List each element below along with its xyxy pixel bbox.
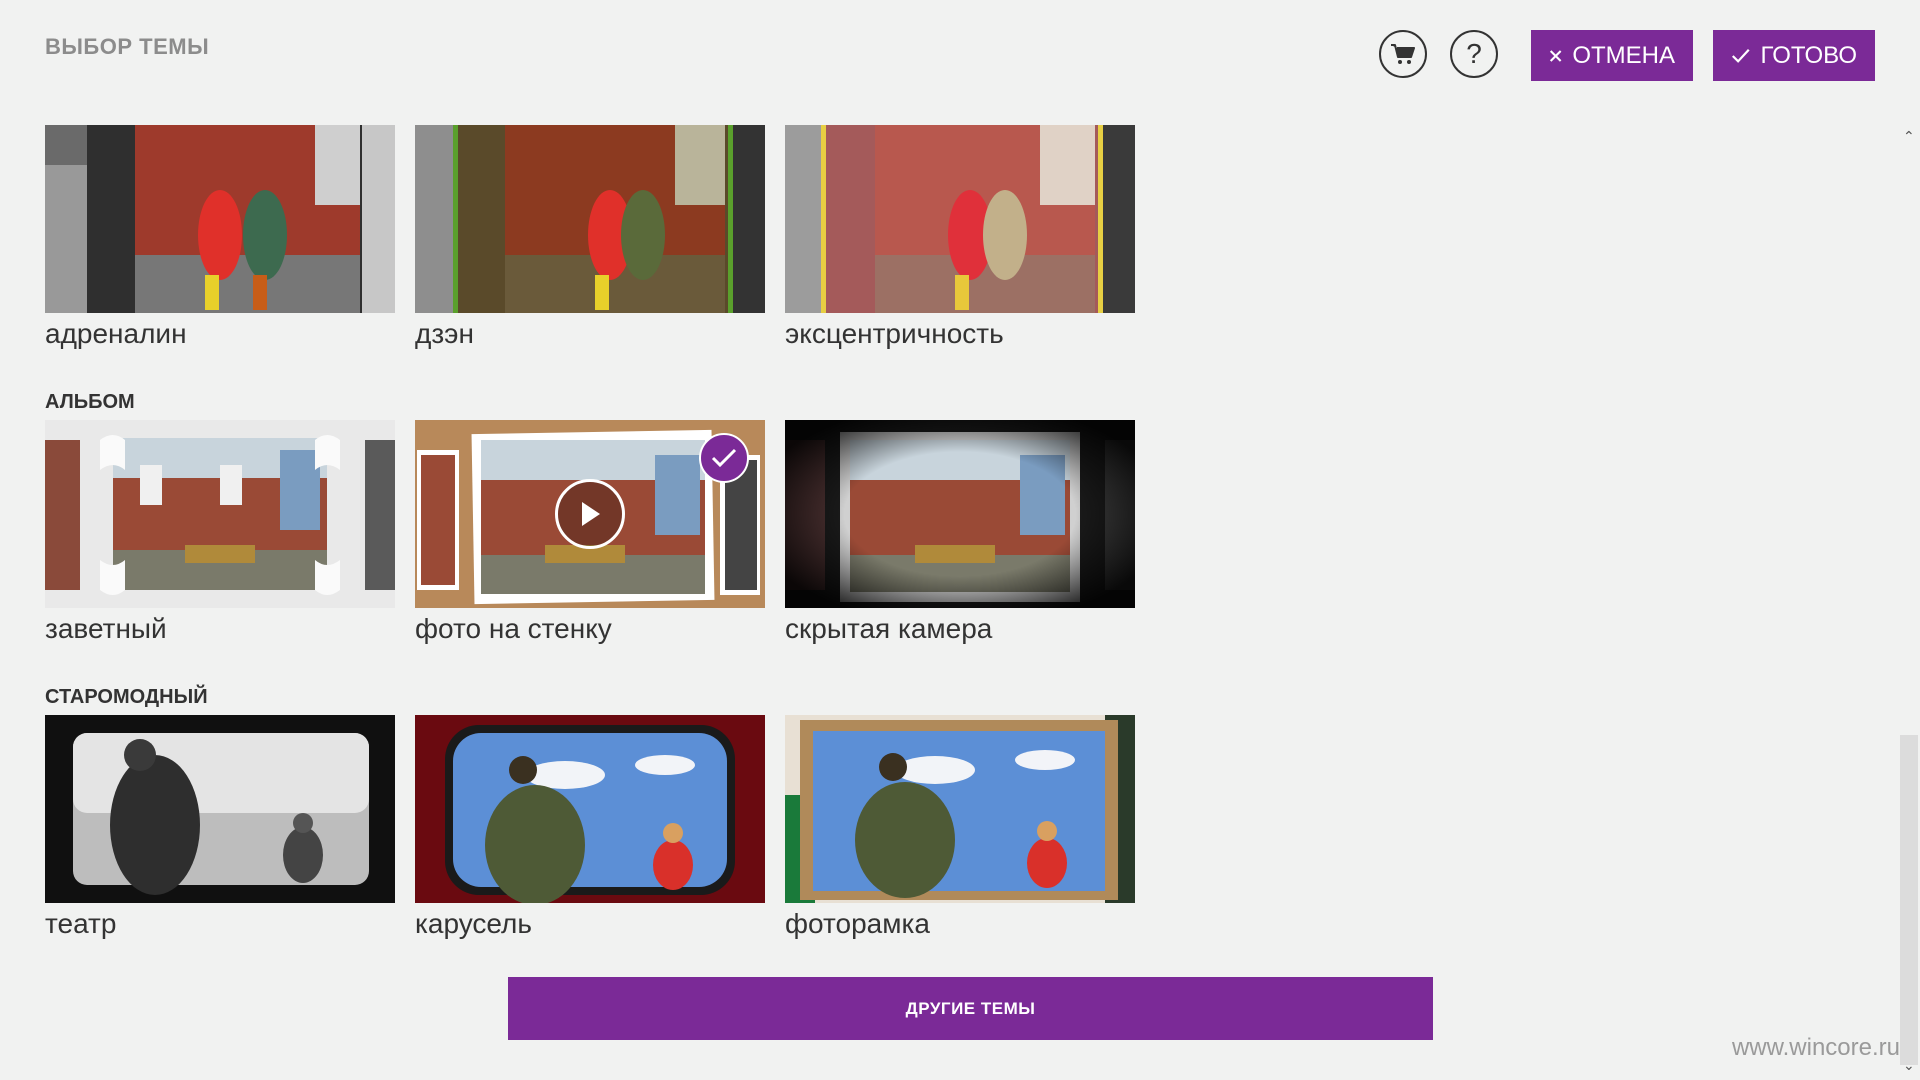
section-title: АЛЬБОМ: [45, 391, 135, 413]
question-icon: ?: [1466, 38, 1482, 69]
theme-tile-carousel[interactable]: [415, 715, 765, 903]
theme-tile-photo-wall[interactable]: [415, 420, 765, 608]
theme-label: эксцентричность: [785, 318, 1004, 349]
vertical-scrollbar[interactable]: ⌃ ⌄: [1898, 120, 1920, 1080]
theme-tile-hidden-camera[interactable]: [785, 420, 1135, 608]
theme-label: дзэн: [415, 318, 474, 349]
chevron-up-icon[interactable]: ⌃: [1903, 128, 1915, 145]
cancel-button-label: ОТМЕНА: [1572, 41, 1675, 69]
theme-thumbnail: [45, 715, 395, 903]
theme-thumbnail: [785, 715, 1135, 903]
cancel-button[interactable]: ОТМЕНА: [1531, 30, 1693, 81]
play-icon: [582, 502, 600, 526]
theme-thumbnail: [45, 125, 395, 313]
theme-picker-page: ВЫБОР ТЕМЫ ? ОТМЕНА ГОТОВО адреналин дзэ…: [0, 0, 1920, 1080]
theme-label: заветный: [45, 613, 167, 644]
theme-thumbnail: [415, 715, 765, 903]
cart-icon: [1391, 44, 1415, 64]
theme-label: фото на стенку: [415, 613, 612, 644]
check-icon: [1731, 48, 1750, 63]
close-icon: [1549, 49, 1562, 62]
check-icon: [711, 448, 737, 468]
theme-label: скрытая камера: [785, 613, 993, 644]
theme-label: театр: [45, 908, 117, 939]
theme-tile-zen[interactable]: [415, 125, 765, 313]
selected-badge: [699, 433, 749, 483]
done-button-label: ГОТОВО: [1760, 41, 1857, 69]
theme-thumbnail: [785, 420, 1135, 608]
help-button[interactable]: ?: [1450, 30, 1498, 78]
theme-tile-adrenaline[interactable]: [45, 125, 395, 313]
scrollbar-thumb[interactable]: [1900, 735, 1918, 1065]
watermark: www.wincore.ru: [1731, 1034, 1900, 1061]
more-themes-button[interactable]: ДРУГИЕ ТЕМЫ: [508, 977, 1433, 1040]
theme-label: карусель: [415, 908, 532, 939]
theme-tile-cherished[interactable]: [45, 420, 395, 608]
theme-label: фоторамка: [785, 908, 930, 939]
section-title: СТАРОМОДНЫЙ: [45, 686, 208, 708]
play-preview-button[interactable]: [555, 479, 625, 549]
theme-thumbnail: [415, 125, 765, 313]
theme-thumbnail: [45, 420, 395, 608]
theme-thumbnail: [785, 125, 1135, 313]
theme-tile-photo-frame[interactable]: [785, 715, 1135, 903]
store-button[interactable]: [1379, 30, 1427, 78]
theme-tile-theater[interactable]: [45, 715, 395, 903]
done-button[interactable]: ГОТОВО: [1713, 30, 1875, 81]
chevron-down-icon[interactable]: ⌄: [1903, 1057, 1915, 1074]
page-title: ВЫБОР ТЕМЫ: [45, 34, 210, 59]
theme-label: адреналин: [45, 318, 187, 349]
theme-tile-eccentric[interactable]: [785, 125, 1135, 313]
